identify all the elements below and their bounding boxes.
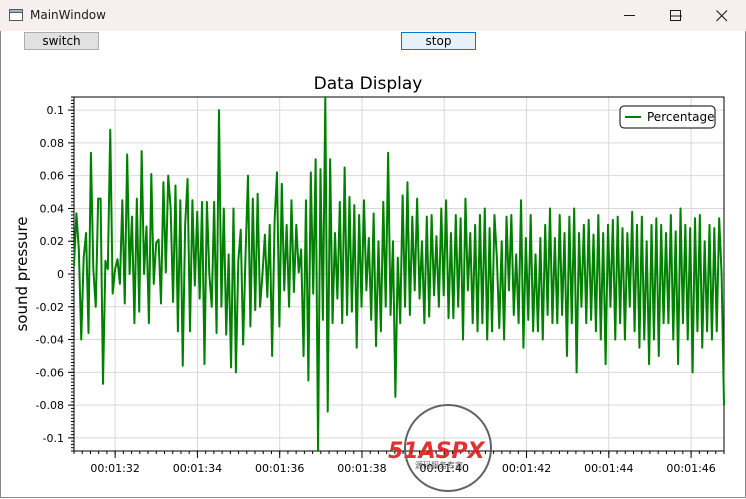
y-tick-label: 0 (57, 268, 64, 281)
x-tick-label: 00:01:38 (337, 462, 386, 475)
y-tick-label: -0.1 (43, 432, 64, 445)
x-tick-label: 00:01:32 (90, 462, 139, 475)
y-tick-label: 0.1 (47, 104, 65, 117)
y-tick-label: 0.08 (40, 137, 65, 150)
y-tick-label: 0.02 (40, 235, 65, 248)
x-tick-label: 00:01:36 (255, 462, 304, 475)
watermark-tagline: 源码服务专家 (415, 460, 463, 470)
x-tick-label: 00:01:42 (502, 462, 551, 475)
y-tick-label: -0.04 (36, 334, 64, 347)
x-tick-label: 00:01:34 (173, 462, 222, 475)
chart-title: Data Display (314, 74, 423, 94)
y-tick-label: -0.06 (36, 366, 64, 379)
y-tick-label: -0.02 (36, 301, 64, 314)
y-tick-label: -0.08 (36, 399, 64, 412)
y-axis-ticks: 0.1 0.08 0.06 0.04 0.02 0 -0.02 -0.04 -0.06 -0.08… (36, 104, 74, 445)
y-axis-label: sound pressure (13, 216, 31, 331)
legend-label: Percentage (647, 110, 715, 124)
legend: Percentage (619, 105, 716, 129)
chart: Data Display 0.1 0.08 0.06 0.04 0.02 0 -0.02 -0… (13, 74, 725, 492)
x-tick-label: 00:01:44 (584, 462, 633, 475)
y-tick-label: 0.04 (40, 202, 65, 215)
y-tick-label: 0.06 (40, 170, 65, 183)
x-tick-label: 00:01:46 (666, 462, 715, 475)
